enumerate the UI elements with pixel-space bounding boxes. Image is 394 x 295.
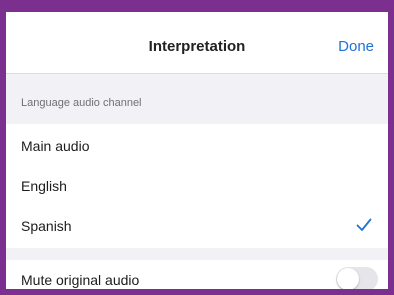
language-option-spanish[interactable]: Spanish [6,206,388,246]
language-option-label: Main audio [21,138,90,154]
window-frame: Interpretation Done Language audio chann… [0,0,394,295]
section-label: Language audio channel [21,97,142,109]
language-option-main-audio[interactable]: Main audio [6,126,388,166]
language-option-english[interactable]: English [6,166,388,206]
sheet-header: Interpretation Done [6,12,388,74]
section-header-language: Language audio channel [6,74,388,124]
mute-row: Mute original audio [6,260,388,289]
language-options-list: Main audio English Spanish [6,124,388,248]
checkmark-icon [356,218,372,231]
page-title: Interpretation [148,38,246,55]
language-option-label: Spanish [21,218,72,234]
done-button[interactable]: Done [338,38,374,55]
mute-original-audio-toggle[interactable] [336,267,378,289]
mute-original-audio-label: Mute original audio [21,272,140,288]
section-separator [6,248,388,260]
interpretation-sheet: Interpretation Done Language audio chann… [6,12,388,289]
toggle-knob [337,268,359,289]
language-option-label: English [21,178,67,194]
